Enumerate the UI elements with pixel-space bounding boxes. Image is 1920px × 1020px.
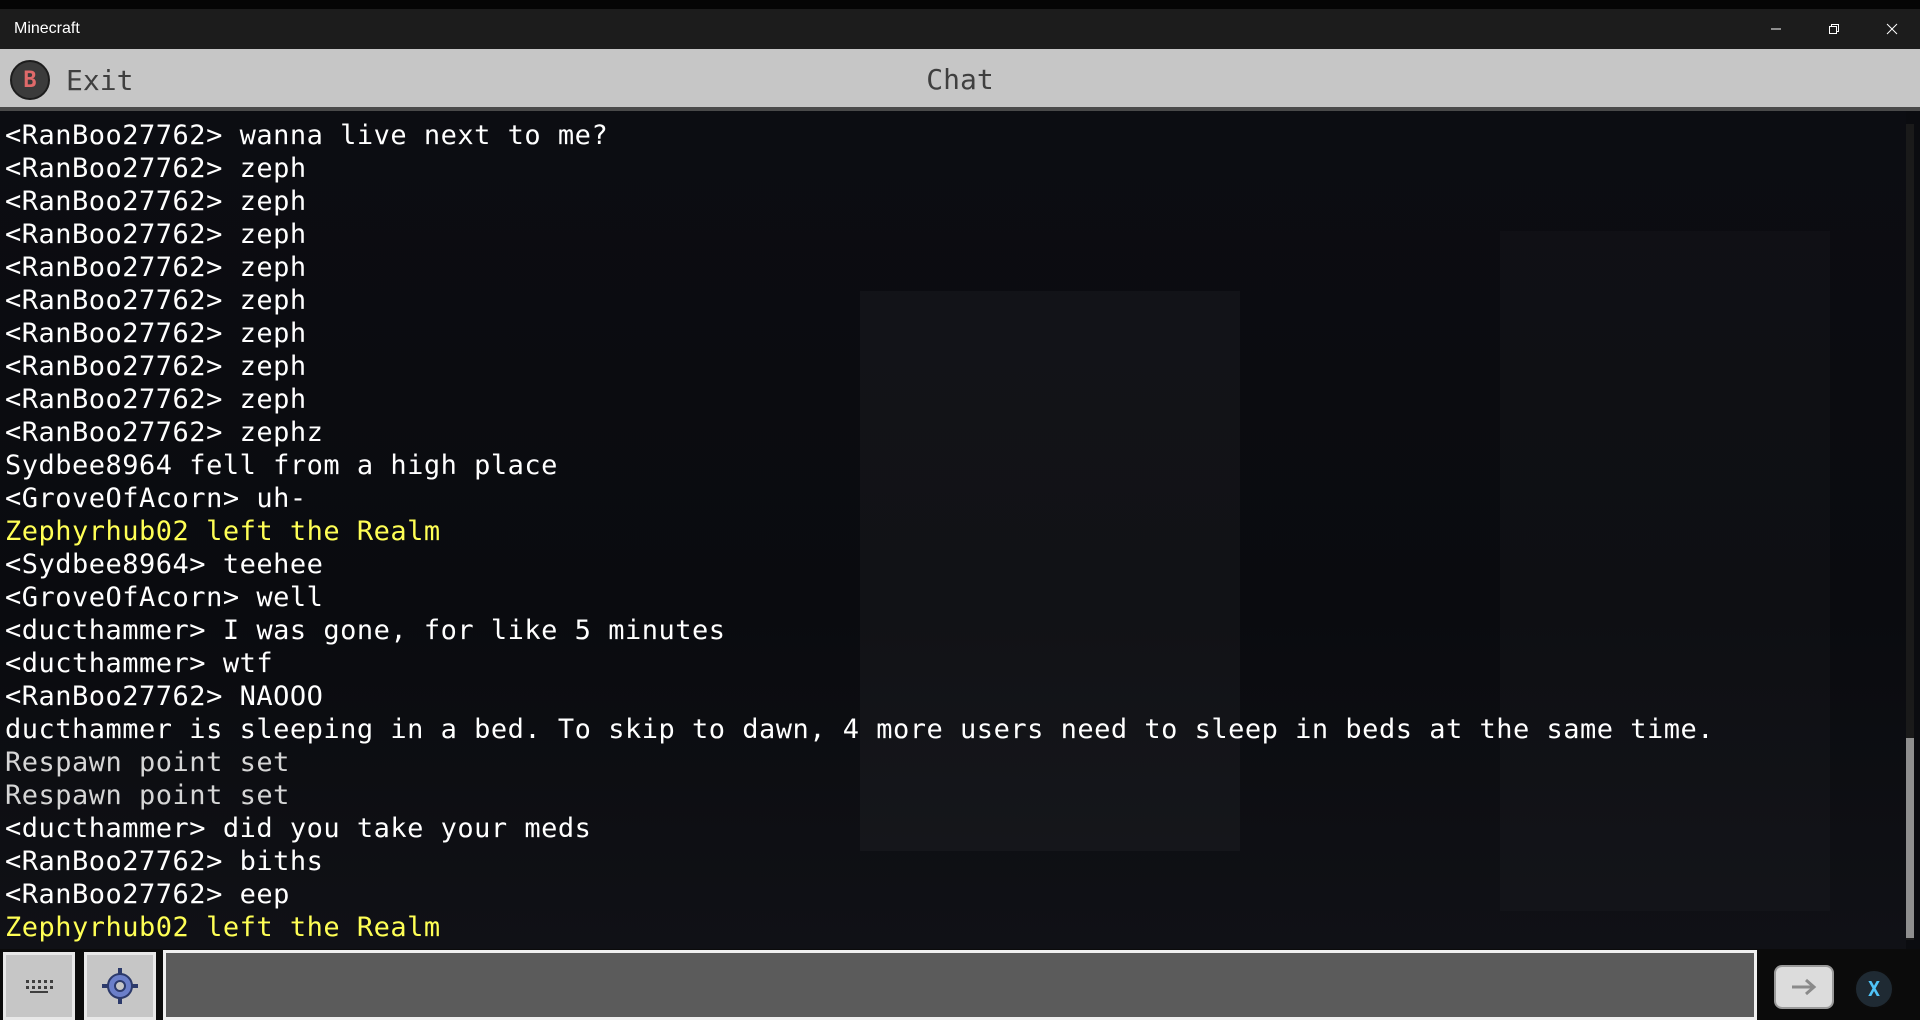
send-arrow-icon — [1792, 978, 1817, 996]
send-button[interactable] — [1774, 965, 1834, 1009]
minimize-button[interactable] — [1748, 9, 1804, 49]
keyboard-button[interactable] — [3, 952, 75, 1020]
window-top-strip — [0, 0, 1920, 9]
chat-message: <RanBoo27762> zeph — [5, 219, 307, 250]
chat-message: <RanBoo27762> zeph — [5, 285, 307, 316]
chat-header: B Exit Chat — [0, 49, 1920, 111]
chat-message: <RanBoo27762> zeph — [5, 384, 307, 415]
chat-message: <RanBoo27762> zeph — [5, 351, 307, 382]
chat-message: Zephyrhub02 left the Realm — [5, 516, 441, 547]
chat-message: <RanBoo27762> zeph — [5, 186, 307, 217]
chat-message: <RanBoo27762> wanna live next to me? — [5, 120, 609, 151]
chat-message: <ducthammer> I was gone, for like 5 minu… — [5, 615, 726, 646]
chat-message: <RanBoo27762> zephz — [5, 417, 324, 448]
chat-message: Zephyrhub02 left the Realm — [5, 912, 441, 943]
chat-message: <RanBoo27762> NAOOO — [5, 681, 324, 712]
x-key-button[interactable]: X — [1854, 969, 1894, 1009]
chat-scrollbar-thumb[interactable] — [1906, 738, 1914, 938]
chat-message: ducthammer is sleeping in a bed. To skip… — [5, 714, 1715, 745]
chat-messages: <RanBoo27762> wanna live next to me? <Ran… — [5, 119, 1714, 944]
chat-message: <RanBoo27762> zeph — [5, 318, 307, 349]
chat-message: Respawn point set — [5, 747, 290, 778]
close-button[interactable] — [1864, 9, 1920, 49]
chat-message: <RanBoo27762> zeph — [5, 252, 307, 283]
chat-message: <Sydbee8964> teehee — [5, 549, 324, 580]
chat-message: <RanBoo27762> biths — [5, 846, 324, 877]
chat-settings-button[interactable] — [84, 952, 156, 1020]
chat-input-bar: X — [0, 949, 1920, 1020]
chat-message: <RanBoo27762> eep — [5, 879, 290, 910]
chat-message: <ducthammer> wtf — [5, 648, 274, 679]
window-titlebar: Minecraft — [0, 9, 1920, 49]
close-icon — [1886, 23, 1898, 35]
keyboard-icon — [26, 980, 53, 993]
restore-icon — [1829, 24, 1839, 34]
chat-message: <RanBoo27762> zeph — [5, 153, 307, 184]
restore-button[interactable] — [1806, 9, 1862, 49]
chat-message: Respawn point set — [5, 780, 290, 811]
minimize-icon — [1771, 28, 1781, 30]
gear-icon — [102, 968, 138, 1004]
chat-message: Sydbee8964 fell from a high place — [5, 450, 558, 481]
chat-message: <ducthammer> did you take your meds — [5, 813, 592, 844]
chat-message: <GroveOfAcorn> well — [5, 582, 324, 613]
chat-message: <GroveOfAcorn> uh- — [5, 483, 307, 514]
page-title: Chat — [926, 63, 994, 96]
window-title: Minecraft — [14, 20, 80, 37]
chat-input[interactable] — [163, 950, 1757, 1020]
chat-log: <RanBoo27762> wanna live next to me? <Ran… — [0, 111, 1906, 949]
